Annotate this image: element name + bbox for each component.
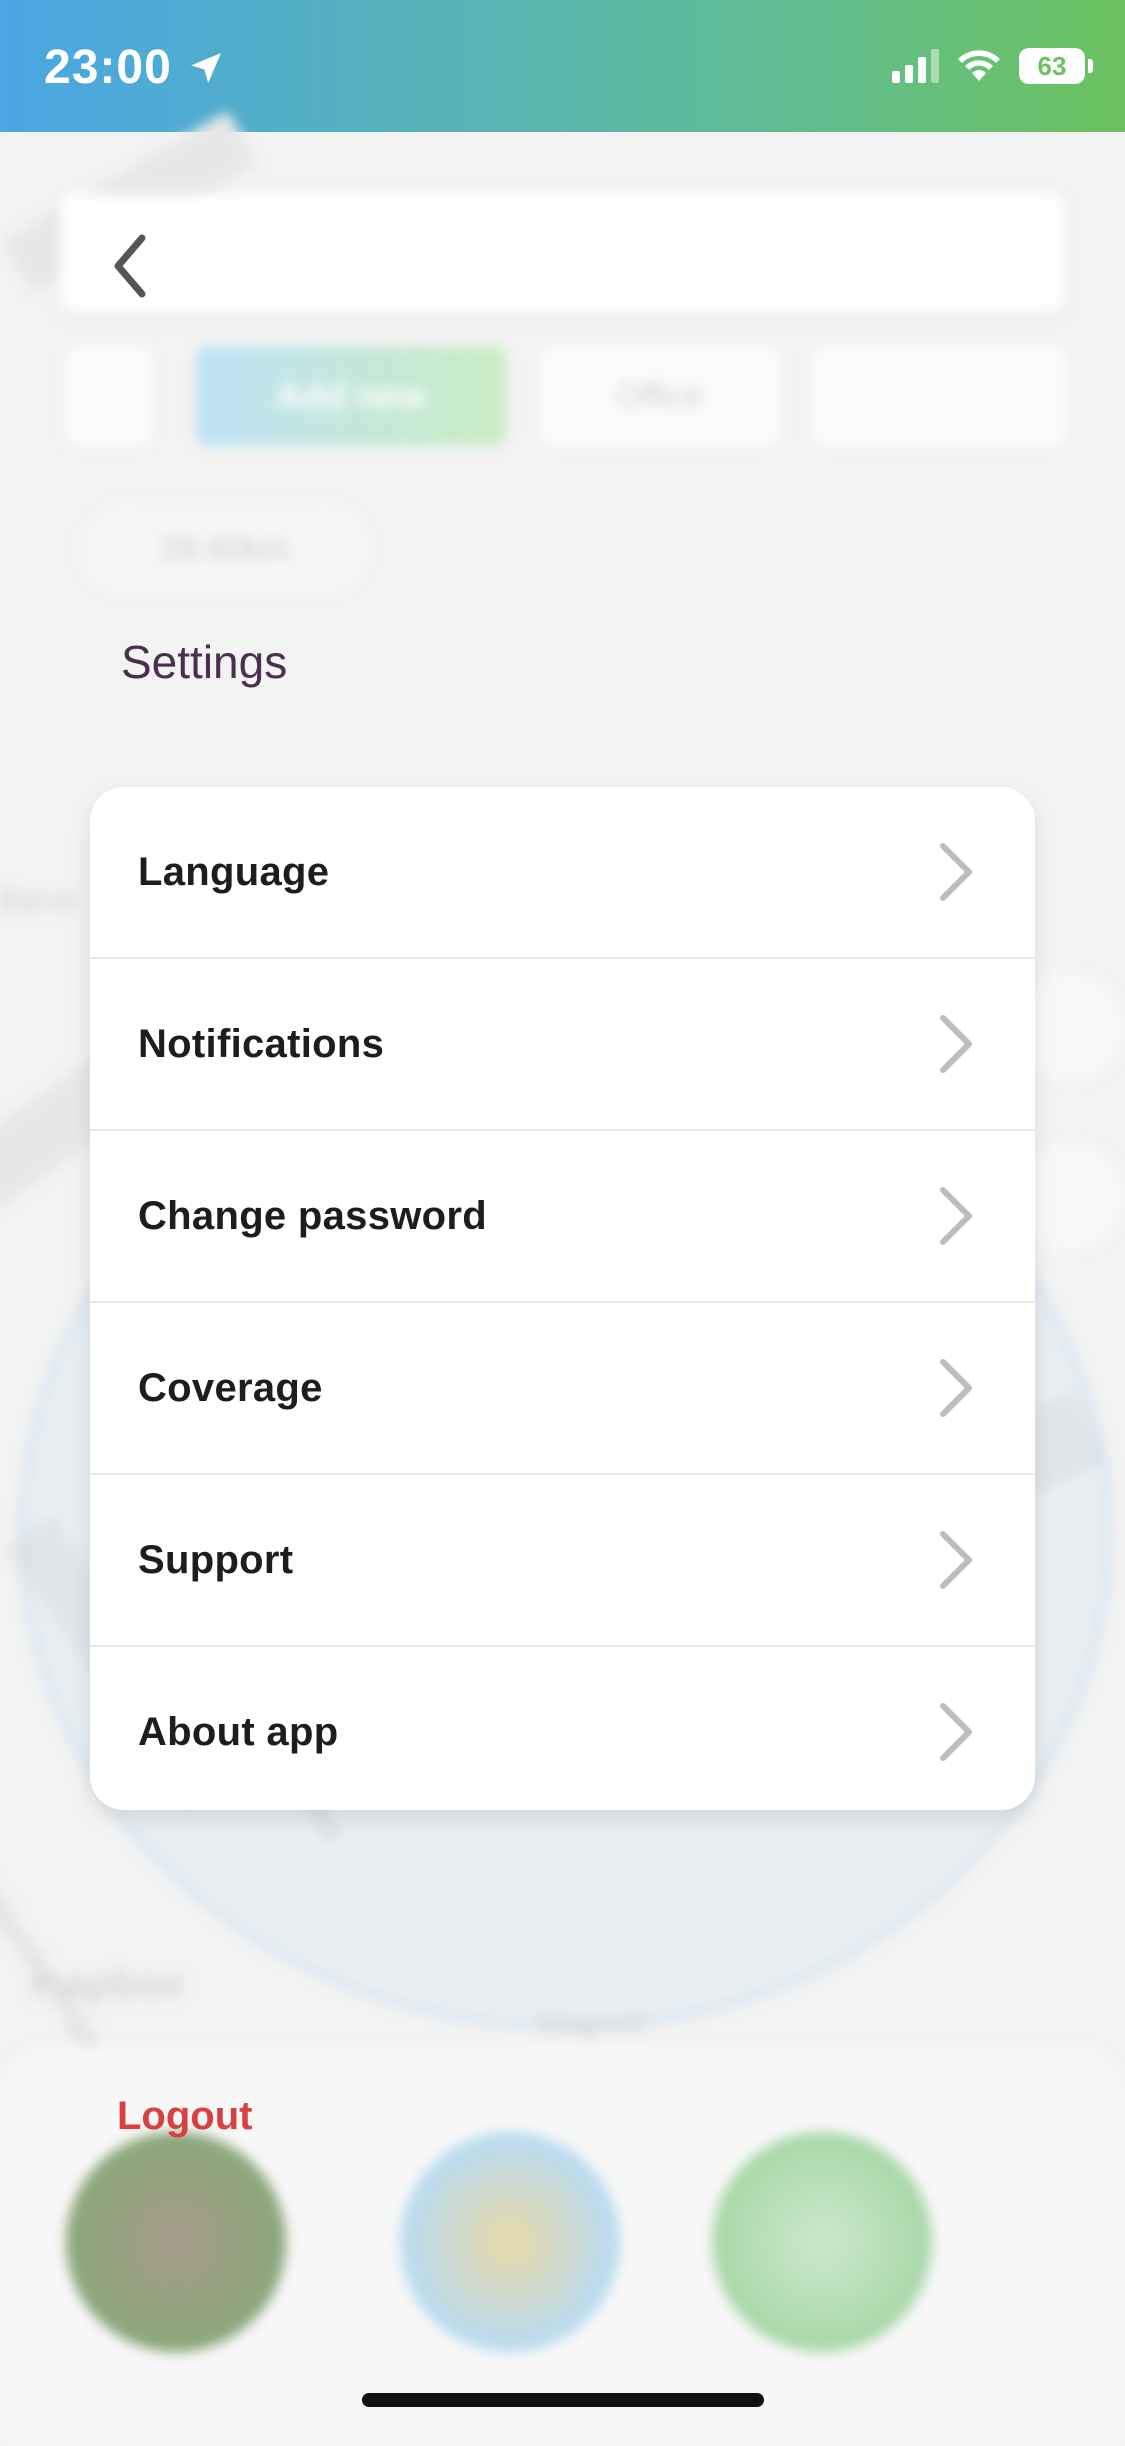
settings-item-label: Notifications [138, 1021, 385, 1066]
logout-button[interactable]: Logout [117, 2094, 253, 2139]
settings-item-label: Change password [138, 1193, 488, 1238]
chip-prev [66, 346, 152, 446]
map-label: Magneti [538, 2006, 645, 2039]
chevron-right-icon [940, 1359, 972, 1417]
top-search-bar [60, 194, 1064, 312]
chevron-right-icon [940, 1531, 972, 1589]
status-time: 23:00 [44, 40, 226, 95]
distance-value: 28.60km [159, 529, 291, 568]
location-arrow-icon [190, 52, 221, 83]
battery-icon: 63 [1019, 48, 1093, 84]
back-button[interactable] [96, 226, 164, 306]
status-bar: 23:00 63 [0, 0, 1125, 132]
settings-item-label: About app [138, 1709, 339, 1754]
distance-badge: 28.60km [80, 504, 370, 594]
wifi-icon [958, 50, 1000, 81]
settings-item-label: Coverage [138, 1365, 323, 1410]
map-label: Barve [0, 884, 79, 917]
chevron-right-icon [940, 1703, 972, 1761]
home-indicator[interactable] [362, 2393, 764, 2407]
settings-item-label: Support [138, 1537, 294, 1582]
settings-item-notifications[interactable]: Notifications [90, 959, 1035, 1131]
chevron-right-icon [940, 1015, 972, 1073]
add-new-label: Add new [276, 375, 426, 416]
avatar [66, 2132, 286, 2352]
chip-next [978, 346, 1066, 446]
chevron-right-icon [940, 843, 972, 901]
status-time-text: 23:00 [44, 41, 172, 94]
chevron-left-icon [114, 234, 146, 298]
battery-level: 63 [1037, 50, 1067, 81]
settings-item-support[interactable]: Support [90, 1475, 1035, 1647]
settings-item-coverage[interactable]: Coverage [90, 1303, 1035, 1475]
add-new-chip: Add new [196, 346, 506, 446]
status-indicators: 63 [892, 48, 1093, 84]
chevron-right-icon [940, 1187, 972, 1245]
settings-menu: Language Notifications Change password C… [90, 787, 1035, 1810]
office-label: Office [615, 376, 705, 415]
settings-item-language[interactable]: Language [90, 787, 1035, 959]
settings-title: Settings [121, 636, 288, 688]
cellular-signal-icon [892, 49, 939, 83]
avatar [400, 2132, 620, 2352]
office-chip: Office [540, 346, 780, 446]
settings-item-about-app[interactable]: About app [90, 1647, 1035, 1810]
settings-item-change-password[interactable]: Change password [90, 1131, 1035, 1303]
mapbox-logo: mapbox [30, 1962, 184, 2006]
settings-item-label: Language [138, 849, 330, 894]
avatar [712, 2132, 932, 2352]
